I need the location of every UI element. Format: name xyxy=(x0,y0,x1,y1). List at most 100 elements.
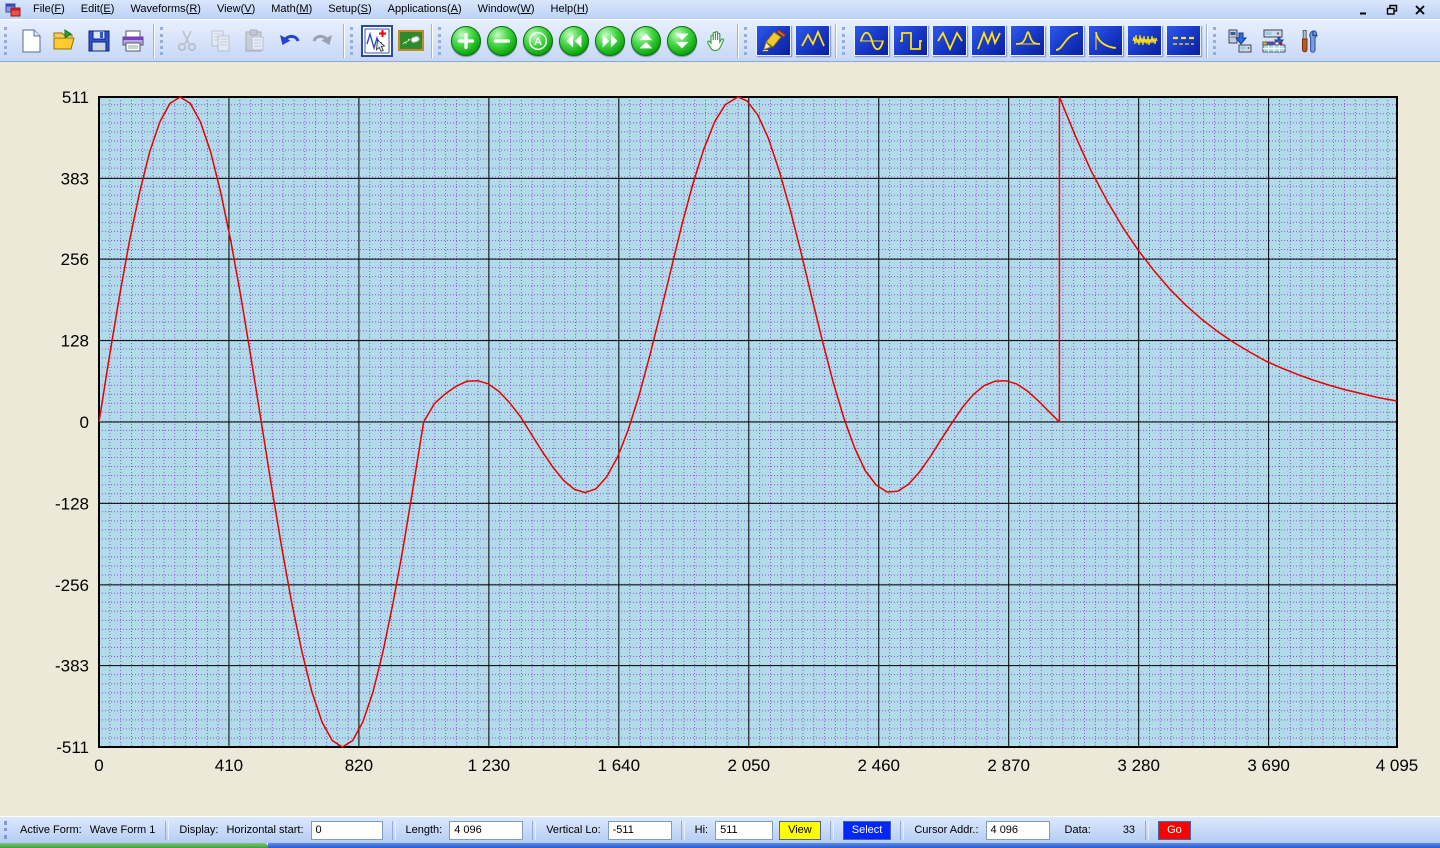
menu-item-setup[interactable]: Setup(S) xyxy=(320,1,379,18)
undo-icon xyxy=(276,28,302,54)
toolbar: A xyxy=(0,19,1440,62)
x-axis-tick-label: 3 690 xyxy=(1247,756,1290,775)
exp-rise-button[interactable] xyxy=(1049,25,1084,56)
toolbar-grip-icon xyxy=(4,27,10,55)
pan-hand-button[interactable] xyxy=(701,25,733,57)
menu-item-waveforms[interactable]: Waveforms(R) xyxy=(122,1,209,18)
x-axis-tick-label: 2 050 xyxy=(728,756,771,775)
waveedit-icon xyxy=(364,28,390,54)
scroll-left-button[interactable] xyxy=(559,26,589,56)
sine-wave-button[interactable] xyxy=(854,25,889,56)
scroll-up-button[interactable] xyxy=(631,26,661,56)
length-label: Length: xyxy=(406,824,443,836)
data-label: Data: xyxy=(1065,824,1091,836)
waveform-chart[interactable]: 5113832561280-128-256-383-51104108201 23… xyxy=(0,62,1440,816)
undo-button[interactable] xyxy=(273,25,305,57)
waveform-data-table-button[interactable] xyxy=(1258,25,1290,57)
x-axis-tick-label: 1 640 xyxy=(598,756,641,775)
y-axis-tick-label: -128 xyxy=(55,494,89,513)
sawtooth-wave-button[interactable] xyxy=(971,25,1006,56)
svg-text:A: A xyxy=(534,36,542,48)
window-controls xyxy=(1357,3,1437,16)
taskbar-sliver xyxy=(0,843,1440,848)
draw-segments-button[interactable] xyxy=(795,25,830,56)
open-icon xyxy=(52,28,78,54)
triangle-wave-button[interactable] xyxy=(932,25,967,56)
toolbar-grip-icon xyxy=(438,27,444,55)
vertical-lo-label: Vertical Lo: xyxy=(546,824,600,836)
menu-item-view[interactable]: View(V) xyxy=(209,1,263,18)
menu-item-window[interactable]: Window(W) xyxy=(470,1,543,18)
square-icon xyxy=(897,29,925,53)
horizontal-start-label: Horizontal start: xyxy=(226,824,303,836)
start-button-edge[interactable] xyxy=(0,843,268,848)
new-button[interactable] xyxy=(15,25,47,57)
menu-item-applications[interactable]: Applications(A) xyxy=(380,1,470,18)
copy-icon xyxy=(208,28,234,54)
menu-item-math[interactable]: Math(M) xyxy=(263,1,320,18)
send-icon xyxy=(1227,28,1253,54)
dc-level-button[interactable] xyxy=(1166,25,1201,56)
toolbar-grip-icon xyxy=(350,27,356,55)
view-button[interactable]: View xyxy=(779,821,821,840)
edit-waveform-button[interactable] xyxy=(361,25,393,57)
exp-decay-button[interactable] xyxy=(1088,25,1123,56)
app-window: File(F)Edit(E)Waveforms(R)View(V)Math(M)… xyxy=(0,0,1440,845)
noise-wave-button[interactable] xyxy=(1127,25,1162,56)
statusbar-separator xyxy=(532,821,536,840)
statusbar-separator xyxy=(165,821,169,840)
toolbar-separator xyxy=(153,24,155,58)
select-button[interactable]: Select xyxy=(843,821,892,840)
hi-input[interactable] xyxy=(715,821,773,840)
board-icon xyxy=(398,28,424,54)
expdecay-icon xyxy=(1092,29,1120,53)
toolbar-grip-icon xyxy=(1213,27,1219,55)
saw-icon xyxy=(975,29,1003,53)
draw-freehand-button[interactable] xyxy=(756,25,791,56)
scroll-down-button[interactable] xyxy=(667,26,697,56)
horizontal-start-input[interactable] xyxy=(311,821,383,840)
square-wave-button[interactable] xyxy=(893,25,928,56)
hi-label: Hi: xyxy=(695,824,708,836)
zoom-all-button[interactable]: A xyxy=(523,26,553,56)
toolbar-grip-icon xyxy=(842,27,848,55)
tools-settings-button[interactable] xyxy=(1292,25,1324,57)
menu-item-help[interactable]: Help(H) xyxy=(543,1,597,18)
display-label: Display: xyxy=(179,824,218,836)
vertical-lo-input[interactable] xyxy=(608,821,672,840)
y-axis-tick-label: 0 xyxy=(80,413,89,432)
menu-item-file[interactable]: File(F) xyxy=(25,1,73,18)
minimize-button[interactable] xyxy=(1357,3,1371,16)
open-button[interactable] xyxy=(49,25,81,57)
toolbar-separator xyxy=(835,24,837,58)
cursor-addr-input[interactable] xyxy=(986,821,1050,840)
cut-icon xyxy=(174,28,200,54)
send-to-instrument-button[interactable] xyxy=(1224,25,1256,57)
restore-button[interactable] xyxy=(1385,3,1399,16)
dc-icon xyxy=(1170,29,1198,53)
print-button[interactable] xyxy=(117,25,149,57)
active-form-value: Wave Form 1 xyxy=(90,824,156,836)
tools-icon xyxy=(1295,28,1321,54)
app-icon[interactable] xyxy=(5,2,21,18)
hand-icon xyxy=(704,28,730,54)
go-button[interactable]: Go xyxy=(1158,821,1191,840)
sinc-wave-button[interactable] xyxy=(1010,25,1045,56)
data-value: 33 xyxy=(1123,824,1135,836)
zoom-out-button[interactable] xyxy=(487,26,517,56)
statusbar-grip-icon xyxy=(4,821,10,839)
length-input[interactable] xyxy=(449,821,523,840)
pencil-icon xyxy=(760,29,788,53)
save-button[interactable] xyxy=(83,25,115,57)
scroll-right-button[interactable] xyxy=(595,26,625,56)
sketch-board-button[interactable] xyxy=(395,25,427,57)
menu-item-edit[interactable]: Edit(E) xyxy=(73,1,123,18)
zall-icon: A xyxy=(526,29,550,53)
redo-button[interactable] xyxy=(307,25,339,57)
table-icon xyxy=(1261,28,1287,54)
x-axis-tick-label: 2 870 xyxy=(987,756,1030,775)
zoom-in-button[interactable] xyxy=(451,26,481,56)
paste-icon xyxy=(242,28,268,54)
close-button[interactable] xyxy=(1413,3,1427,16)
new-icon xyxy=(18,28,44,54)
